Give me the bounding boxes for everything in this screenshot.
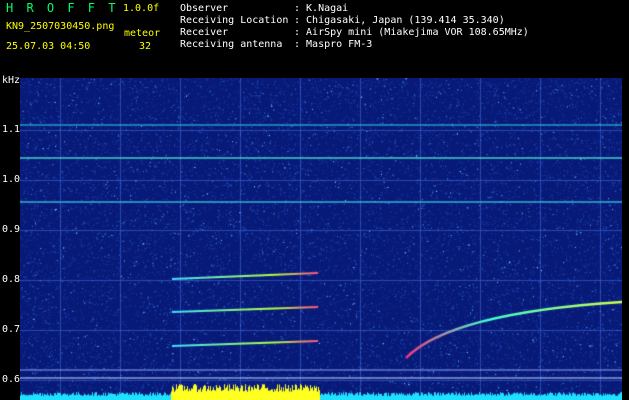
y-tick-label: 0.6: [2, 374, 21, 385]
y-tick-label: 1.1: [2, 124, 21, 135]
meteor-count: 32: [139, 41, 152, 52]
meteor-label: meteor: [124, 28, 161, 39]
y-tick-label: 0.7: [2, 324, 21, 335]
info-antenna-key: Receiving antenna: [180, 39, 283, 50]
y-tick-label: 0.9: [2, 224, 21, 235]
y-tick-label: 0.8: [2, 274, 21, 285]
info-receiver-value: : AirSpy mini (Miakejima VOR 108.65MHz): [294, 27, 529, 38]
info-location-key: Receiving Location: [180, 15, 289, 26]
spectrogram-canvas: [20, 78, 622, 400]
info-antenna-value: : Maspro FM-3: [294, 39, 373, 50]
info-location-value: : Chigasaki, Japan (139.414 35.340): [294, 15, 505, 26]
info-observer-key: Observer: [180, 3, 229, 14]
info-receiver-key: Receiver: [180, 27, 229, 38]
spectrogram-plot: [20, 78, 622, 400]
filename-label: KN9_2507030450.png: [6, 21, 115, 32]
app-title: H R O F F T: [6, 1, 119, 15]
info-observer-value: : K.Nagai: [294, 3, 349, 14]
y-tick-label: 1.0: [2, 174, 21, 185]
datetime-label: 25.07.03 04:50: [6, 41, 91, 52]
y-axis-unit: kHz: [2, 75, 21, 86]
version-label: 1.0.0f: [123, 3, 160, 14]
spectrogram-window: H R O F F T 1.0.0f KN9_2507030450.png me…: [0, 0, 629, 400]
